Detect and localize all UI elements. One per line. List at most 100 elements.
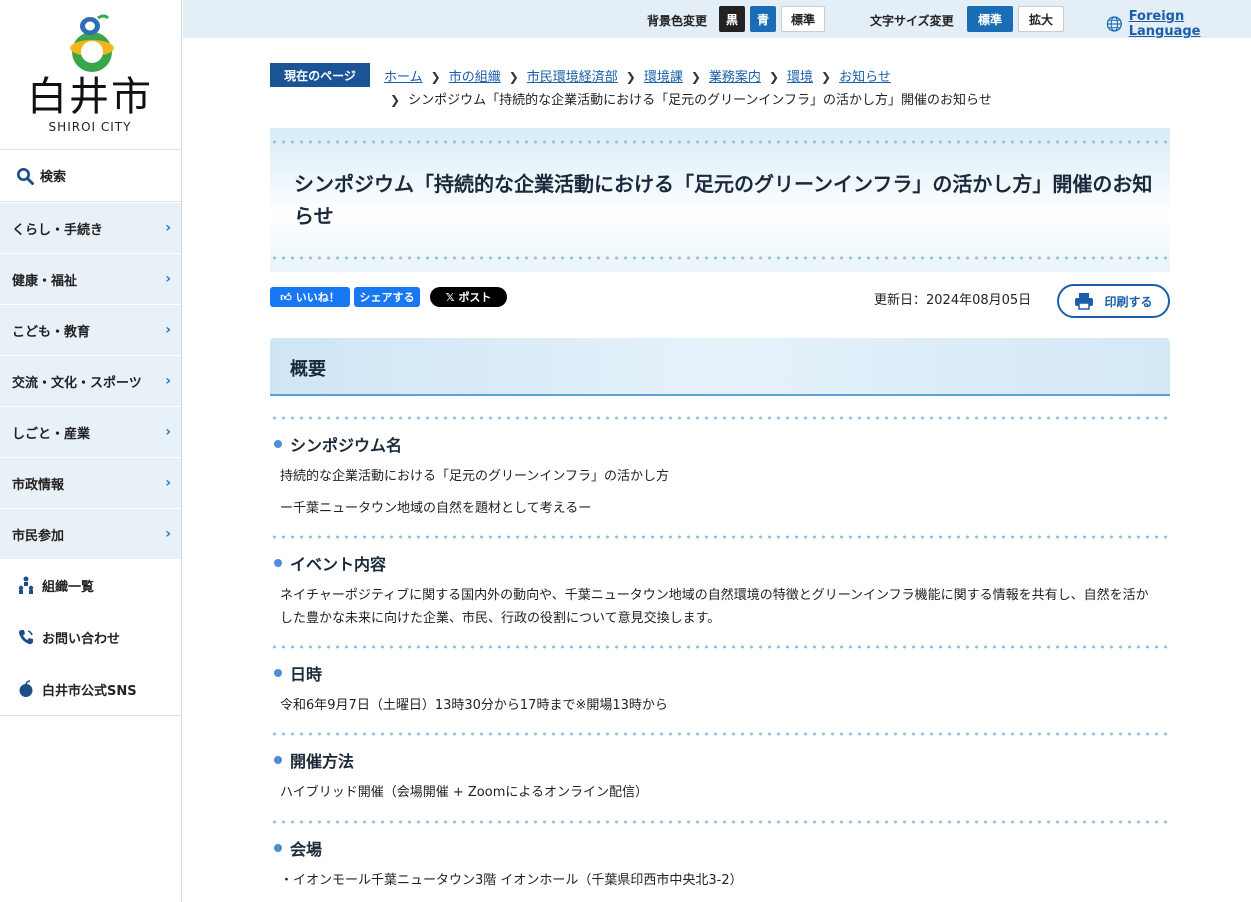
breadcrumb-news[interactable]: お知らせ — [839, 70, 891, 85]
font-size-label: 文字サイズ変更 — [870, 14, 954, 28]
sidebar-item-culture[interactable]: 交流・文化・スポーツ › — [0, 356, 181, 406]
sidebar-item-city-info[interactable]: 市政情報 › — [0, 458, 181, 508]
sidebar-item-label: 組織一覧 — [42, 579, 95, 595]
bullet-icon — [274, 669, 282, 677]
top-utility-bar: 背景色変更 黒 青 標準 文字サイズ変更 標準 拡大 Foreign Langu… — [183, 0, 1251, 39]
bullet-icon — [274, 440, 282, 448]
printer-icon — [1075, 293, 1094, 310]
city-emblem-icon — [70, 14, 114, 72]
bullet-icon — [274, 559, 282, 567]
sidebar-item-children[interactable]: こども・教育 › — [0, 305, 181, 355]
thumbs-up-icon: 👍︎ — [280, 290, 292, 304]
logo-subtitle: SHIROI CITY — [48, 120, 132, 134]
bg-color-label: 背景色変更 — [647, 14, 708, 28]
x-post-button[interactable]: 𝕏 ポスト — [430, 287, 507, 307]
sidebar-item-health[interactable]: 健康・福祉 › — [0, 254, 181, 304]
breadcrumb-environment[interactable]: 環境 — [787, 70, 813, 85]
bg-standard-button[interactable]: 標準 — [781, 6, 825, 32]
pear-icon — [16, 680, 36, 698]
x-logo-icon: 𝕏 — [445, 290, 455, 304]
sidebar-item-participation[interactable]: 市民参加 › — [0, 509, 181, 559]
bg-black-button[interactable]: 黒 — [719, 6, 745, 32]
chevron-right-icon: › — [165, 271, 171, 287]
facebook-like-button[interactable]: 👍︎ いいね！ — [270, 287, 350, 307]
font-large-button[interactable]: 拡大 — [1018, 6, 1064, 32]
breadcrumb-tag: 現在のページ — [270, 63, 370, 87]
chevron-right-icon: ❯ — [768, 70, 779, 84]
chevron-right-icon: › — [165, 373, 171, 389]
sidebar-item-contact[interactable]: お問い合わせ — [0, 611, 181, 663]
sidebar-item-label: 交流・文化・スポーツ — [12, 375, 142, 391]
breadcrumb-home[interactable]: ホーム — [384, 70, 423, 85]
font-standard-button[interactable]: 標準 — [967, 6, 1013, 32]
sidebar-item-label: こども・教育 — [12, 324, 91, 340]
sidebar-search[interactable]: 検索 — [0, 150, 181, 202]
sidebar-search-label: 検索 — [40, 170, 67, 185]
chevron-right-icon: ❯ — [821, 70, 832, 84]
phone-icon — [16, 628, 36, 646]
section-heading-text: 日時 — [290, 665, 323, 684]
section-text: ネイチャーポジティブに関する国内外の動向や、千葉ニュータウン地域の自然環境の特徴… — [280, 588, 1149, 626]
dotted-divider — [270, 140, 1170, 144]
bullet-icon — [274, 756, 282, 764]
section-text: ・イオンモール千葉ニュータウン3階 イオンホール（千葉県印西市中央北3-2） — [280, 873, 743, 888]
breadcrumb: ホーム ❯ 市の組織 ❯ 市民環境経済部 ❯ 環境課 ❯ 業務案内 ❯ 環境 ❯ お知らせ ❯ シンポジウ… — [384, 66, 1184, 112]
chevron-right-icon: › — [165, 526, 171, 542]
breadcrumb-current: シンポジウム「持続的な企業活動における「足元のグリーンインフラ」の活かし方」開催… — [408, 93, 992, 108]
chevron-right-icon: › — [165, 322, 171, 338]
print-button[interactable]: 印刷する — [1057, 284, 1170, 318]
sidebar-item-label: 市政情報 — [12, 477, 65, 493]
sidebar-utilities: 組織一覧 お問い合わせ 白井市公式SNS — [0, 559, 181, 716]
like-label: いいね！ — [295, 291, 340, 304]
summary-header: 概要 — [270, 338, 1170, 396]
sidebar-item-label: くらし・手続き — [12, 222, 104, 238]
dotted-divider — [270, 535, 1170, 539]
breadcrumb-row: ホーム ❯ 市の組織 ❯ 市民環境経済部 ❯ 環境課 ❯ 業務案内 ❯ 環境 ❯ お知らせ — [384, 66, 1184, 89]
chevron-right-icon: ❯ — [508, 70, 519, 84]
section-heading-text: イベント内容 — [290, 555, 387, 574]
breadcrumb-section[interactable]: 環境課 — [644, 70, 683, 85]
chevron-right-icon: › — [165, 424, 171, 440]
chevron-right-icon: ❯ — [690, 70, 701, 84]
sidebar-item-work[interactable]: しごと・産業 › — [0, 407, 181, 457]
foreign-language-link[interactable]: Foreign Language — [1106, 9, 1251, 39]
breadcrumb-current-row: ❯ シンポジウム「持続的な企業活動における「足元のグリーンインフラ」の活かし方」開… — [384, 89, 1184, 112]
org-chart-icon — [16, 576, 36, 594]
sidebar-item-label: 白井市公式SNS — [42, 683, 137, 699]
bg-blue-button[interactable]: 青 — [750, 6, 776, 32]
breadcrumb-business[interactable]: 業務案内 — [709, 70, 761, 85]
sidebar-item-label: 市民参加 — [12, 528, 65, 544]
sidebar-item-kurashi[interactable]: くらし・手続き › — [0, 203, 181, 253]
sidebar-item-label: しごと・産業 — [12, 426, 91, 442]
summary-title: 概要 — [290, 359, 326, 380]
site-logo[interactable]: 白井市 SHIROI CITY — [0, 0, 181, 150]
facebook-share-button[interactable]: シェアする — [354, 287, 420, 307]
dotted-divider — [270, 732, 1170, 736]
section-heading-text: シンポジウム名 — [290, 436, 403, 455]
breadcrumb-org[interactable]: 市の組織 — [449, 70, 501, 85]
title-banner: シンポジウム「持続的な企業活動における「足元のグリーンインフラ」の活かし方」開催… — [270, 128, 1170, 272]
section-text: ー千葉ニュータウン地域の自然を題材として考えるー — [280, 501, 592, 516]
section-heading-symposium: シンポジウム名 — [274, 432, 402, 456]
section-text: ハイブリッド開催（会場開催 + Zoomによるオンライン配信） — [280, 785, 648, 800]
section-text: 持続的な企業活動における「足元のグリーンインフラ」の活かし方 — [280, 469, 669, 484]
sidebar-item-organization[interactable]: 組織一覧 — [0, 559, 181, 611]
section-heading-event: イベント内容 — [274, 551, 386, 575]
breadcrumb-department[interactable]: 市民環境経済部 — [527, 70, 618, 85]
section-heading-venue: 会場 — [274, 836, 322, 860]
dotted-divider — [270, 416, 1170, 420]
section-heading-datetime: 日時 — [274, 661, 322, 685]
section-text: 令和6年9月7日（土曜日）13時30分から17時まで※開場13時から — [280, 698, 668, 713]
sidebar-item-label: 健康・福祉 — [12, 273, 78, 289]
sidebar-item-label: お問い合わせ — [42, 631, 121, 647]
chevron-right-icon: ❯ — [625, 70, 636, 84]
page-title: シンポジウム「持続的な企業活動における「足元のグリーンインフラ」の活かし方」開催… — [294, 172, 1153, 228]
logo-name: 白井市 — [27, 74, 153, 120]
dotted-divider — [270, 256, 1170, 260]
post-label: ポスト — [458, 291, 492, 304]
print-label: 印刷する — [1104, 294, 1153, 309]
dotted-divider — [270, 645, 1170, 649]
sidebar-nav: くらし・手続き › 健康・福祉 › こども・教育 › 交流・文化・スポーツ › しごと・… — [0, 203, 181, 559]
section-heading-text: 会場 — [290, 840, 323, 859]
sidebar-item-sns[interactable]: 白井市公式SNS — [0, 663, 181, 715]
